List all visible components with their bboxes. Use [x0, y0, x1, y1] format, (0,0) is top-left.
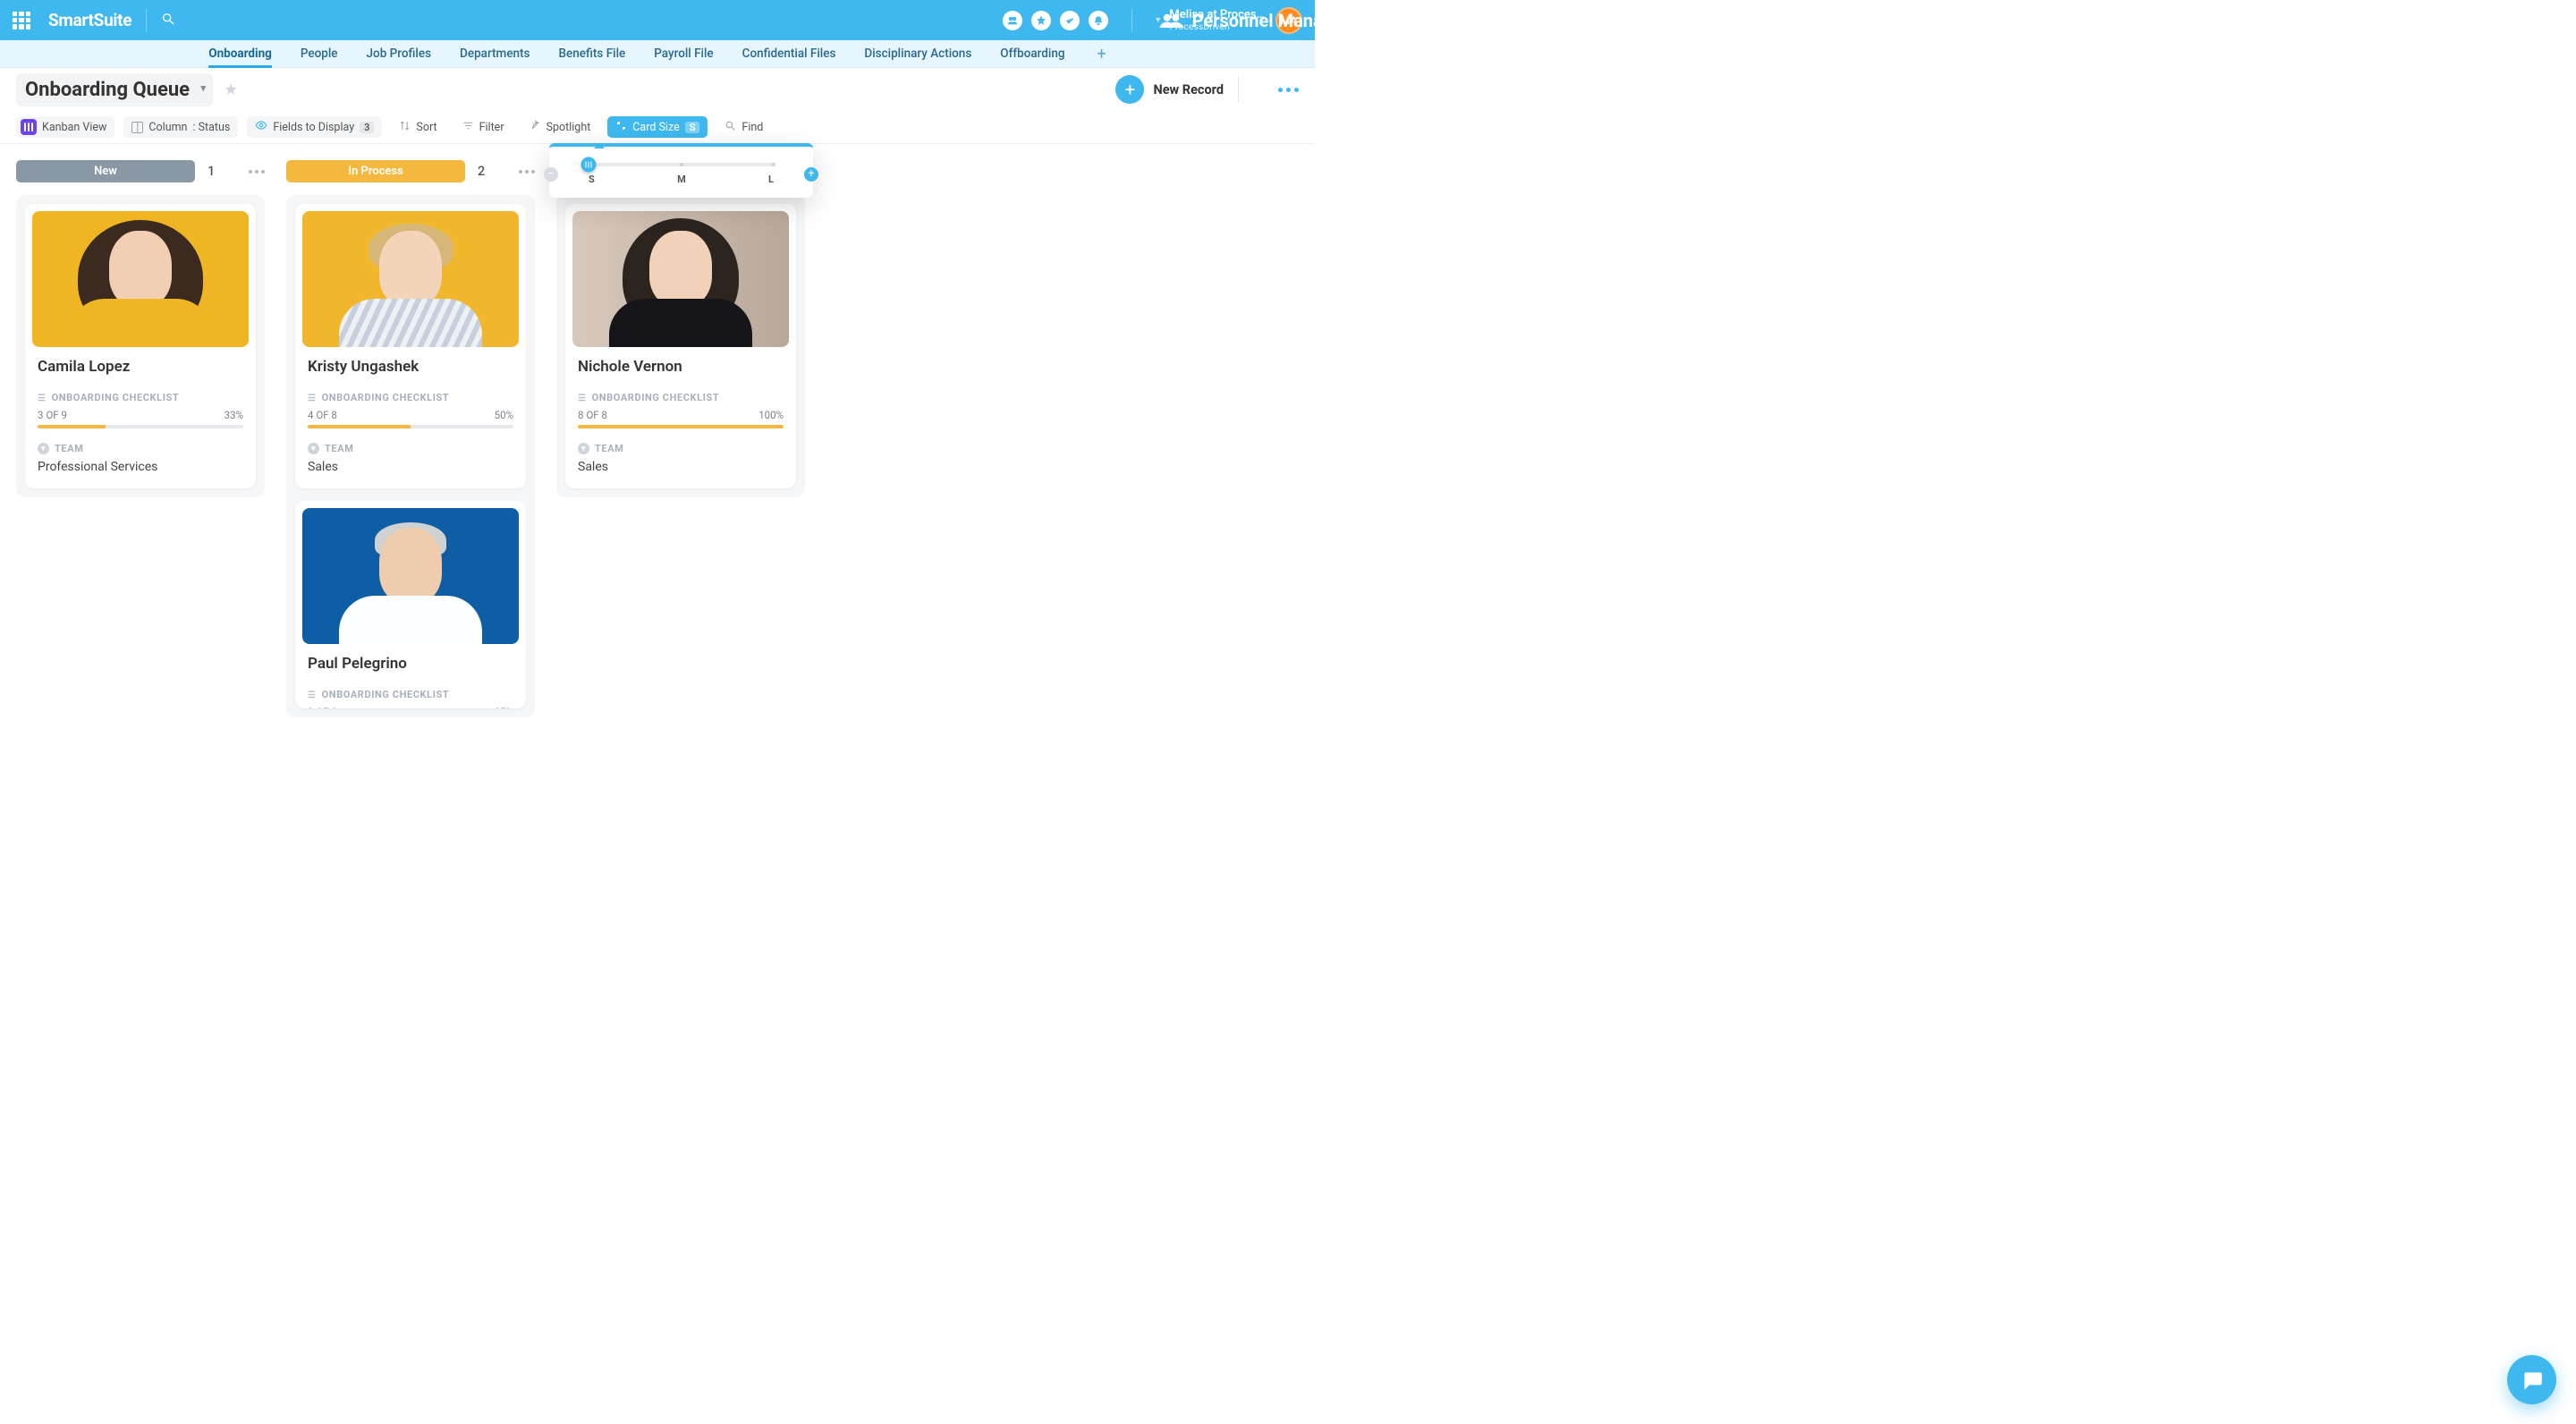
progress-text: 2 OF 8 [308, 706, 337, 708]
chat-launcher-button[interactable] [2507, 1355, 2556, 1404]
progress-pct: 100% [758, 409, 784, 421]
progress-pct: 25% [495, 706, 513, 708]
size-label-s: S [589, 174, 595, 185]
search-icon [724, 120, 736, 135]
column-label[interactable]: In Process [286, 160, 465, 182]
search-icon[interactable] [161, 12, 175, 30]
user-org: ProcessDriven [1169, 21, 1265, 32]
tab-onboarding[interactable]: Onboarding [208, 40, 272, 67]
members-button[interactable] [1003, 11, 1022, 30]
record-card[interactable]: Paul Pelegrino ONBOARDING CHECKLIST 2 OF… [295, 501, 526, 708]
tab-offboarding[interactable]: Offboarding [1000, 40, 1064, 67]
team-value: Sales [308, 460, 513, 474]
filter-icon [462, 120, 474, 135]
size-label-l: L [768, 174, 774, 185]
progress-text: 8 OF 8 [578, 409, 607, 421]
card-size-decrease-button[interactable]: − [544, 167, 558, 182]
record-card[interactable]: Kristy Ungashek ONBOARDING CHECKLIST 4 O… [295, 204, 526, 488]
tab-confidential-files[interactable]: Confidential Files [742, 40, 836, 67]
view-header: Onboarding Queue ★ + New Record [0, 68, 1315, 111]
tab-departments[interactable]: Departments [460, 40, 530, 67]
card-title: Nichole Vernon [578, 358, 784, 376]
column-label[interactable]: New [16, 160, 195, 182]
divider [1238, 77, 1239, 102]
card-title: Paul Pelegrino [308, 655, 513, 673]
card-size-popover: − S M L + [549, 143, 813, 198]
progress-pct: 33% [225, 409, 243, 421]
size-label-m: M [677, 174, 686, 185]
column-menu-icon[interactable] [519, 170, 535, 174]
checklist-icon [578, 392, 587, 403]
sort-button[interactable]: Sort [391, 116, 445, 138]
kanban-icon [21, 119, 37, 135]
group-column-button[interactable]: Column : Status [123, 116, 238, 138]
card-size-increase-button[interactable]: + [804, 167, 818, 182]
card-title: Kristy Ungashek [308, 358, 513, 376]
progress-bar [578, 425, 784, 428]
new-record-label: New Record [1153, 82, 1224, 97]
kanban-column-new: New 1 Camila Lopez ONBOARDING CHECKLIST … [16, 160, 265, 497]
view-toolbar: Kanban View Column : Status Fields to Di… [0, 111, 1315, 144]
chat-icon [2521, 1369, 2544, 1392]
app-header: SmartSuite Personnel Management 2 ▼ ▼ Me… [0, 0, 1315, 40]
favorite-button[interactable] [1031, 11, 1051, 30]
card-title: Camila Lopez [38, 358, 243, 376]
column-icon [131, 122, 143, 133]
solution-tabs: Onboarding People Job Profiles Departmen… [0, 40, 1315, 68]
sort-icon [399, 120, 411, 135]
chevron-down-icon: ▼ [1154, 15, 1162, 25]
star-icon[interactable]: ★ [224, 81, 238, 99]
find-button[interactable]: Find [716, 116, 771, 138]
team-value: Sales [578, 460, 784, 474]
team-icon: ▾ [38, 443, 49, 454]
card-size-slider[interactable] [589, 163, 774, 166]
kanban-column-complete: Nichole Vernon ONBOARDING CHECKLIST 8 OF… [556, 160, 805, 497]
team-value: Professional Services [38, 460, 243, 474]
record-card[interactable]: Nichole Vernon ONBOARDING CHECKLIST 8 OF… [565, 204, 796, 488]
checklist-icon [308, 689, 317, 700]
new-record-button[interactable]: + New Record [1115, 75, 1224, 104]
card-size-button[interactable]: Card Size S [607, 116, 708, 138]
slider-knob[interactable] [581, 157, 597, 173]
tab-benefits-file[interactable]: Benefits File [559, 40, 626, 67]
fields-to-display-button[interactable]: Fields to Display 3 [247, 116, 382, 138]
view-name-dropdown[interactable]: Onboarding Queue [16, 73, 213, 106]
divider [1131, 9, 1132, 32]
app-logo[interactable]: SmartSuite [48, 10, 131, 30]
progress-text: 4 OF 8 [308, 409, 337, 421]
chevron-down-icon: ▼ [1407, 15, 1416, 25]
column-menu-icon[interactable] [249, 170, 265, 174]
checklist-icon [38, 392, 47, 403]
resize-icon [615, 120, 627, 135]
tab-payroll-file[interactable]: Payroll File [654, 40, 713, 67]
add-tab-button[interactable]: + [1097, 45, 1106, 64]
kanban-column-in-process: In Process 2 Kristy Ungashek ONBOARDING … [286, 160, 535, 717]
progress-text: 3 OF 9 [38, 409, 67, 421]
plus-icon: + [1115, 75, 1144, 104]
divider [146, 9, 147, 32]
team-icon: ▾ [308, 443, 319, 454]
column-count: 2 [478, 164, 485, 179]
progress-bar [38, 425, 243, 428]
progress-pct: 50% [495, 409, 513, 421]
kanban-board: New 1 Camila Lopez ONBOARDING CHECKLIST … [0, 144, 1315, 733]
record-card[interactable]: Camila Lopez ONBOARDING CHECKLIST 3 OF 9… [25, 204, 256, 488]
more-menu-icon[interactable] [1278, 88, 1299, 92]
checklist-icon [308, 392, 317, 403]
spotlight-icon [530, 120, 541, 135]
apps-grid-icon[interactable] [13, 12, 30, 30]
tasks-button[interactable] [1060, 11, 1080, 30]
view-type-button[interactable]: Kanban View [16, 116, 114, 138]
spotlight-button[interactable]: Spotlight [521, 116, 599, 138]
column-count: 1 [208, 164, 215, 179]
notifications-button[interactable] [1089, 11, 1108, 30]
eye-icon [255, 119, 267, 135]
team-icon: ▾ [578, 443, 589, 454]
tab-job-profiles[interactable]: Job Profiles [367, 40, 432, 67]
filter-button[interactable]: Filter [454, 116, 513, 138]
tab-disciplinary-actions[interactable]: Disciplinary Actions [864, 40, 971, 67]
progress-bar [308, 425, 513, 428]
tab-people[interactable]: People [301, 40, 338, 67]
